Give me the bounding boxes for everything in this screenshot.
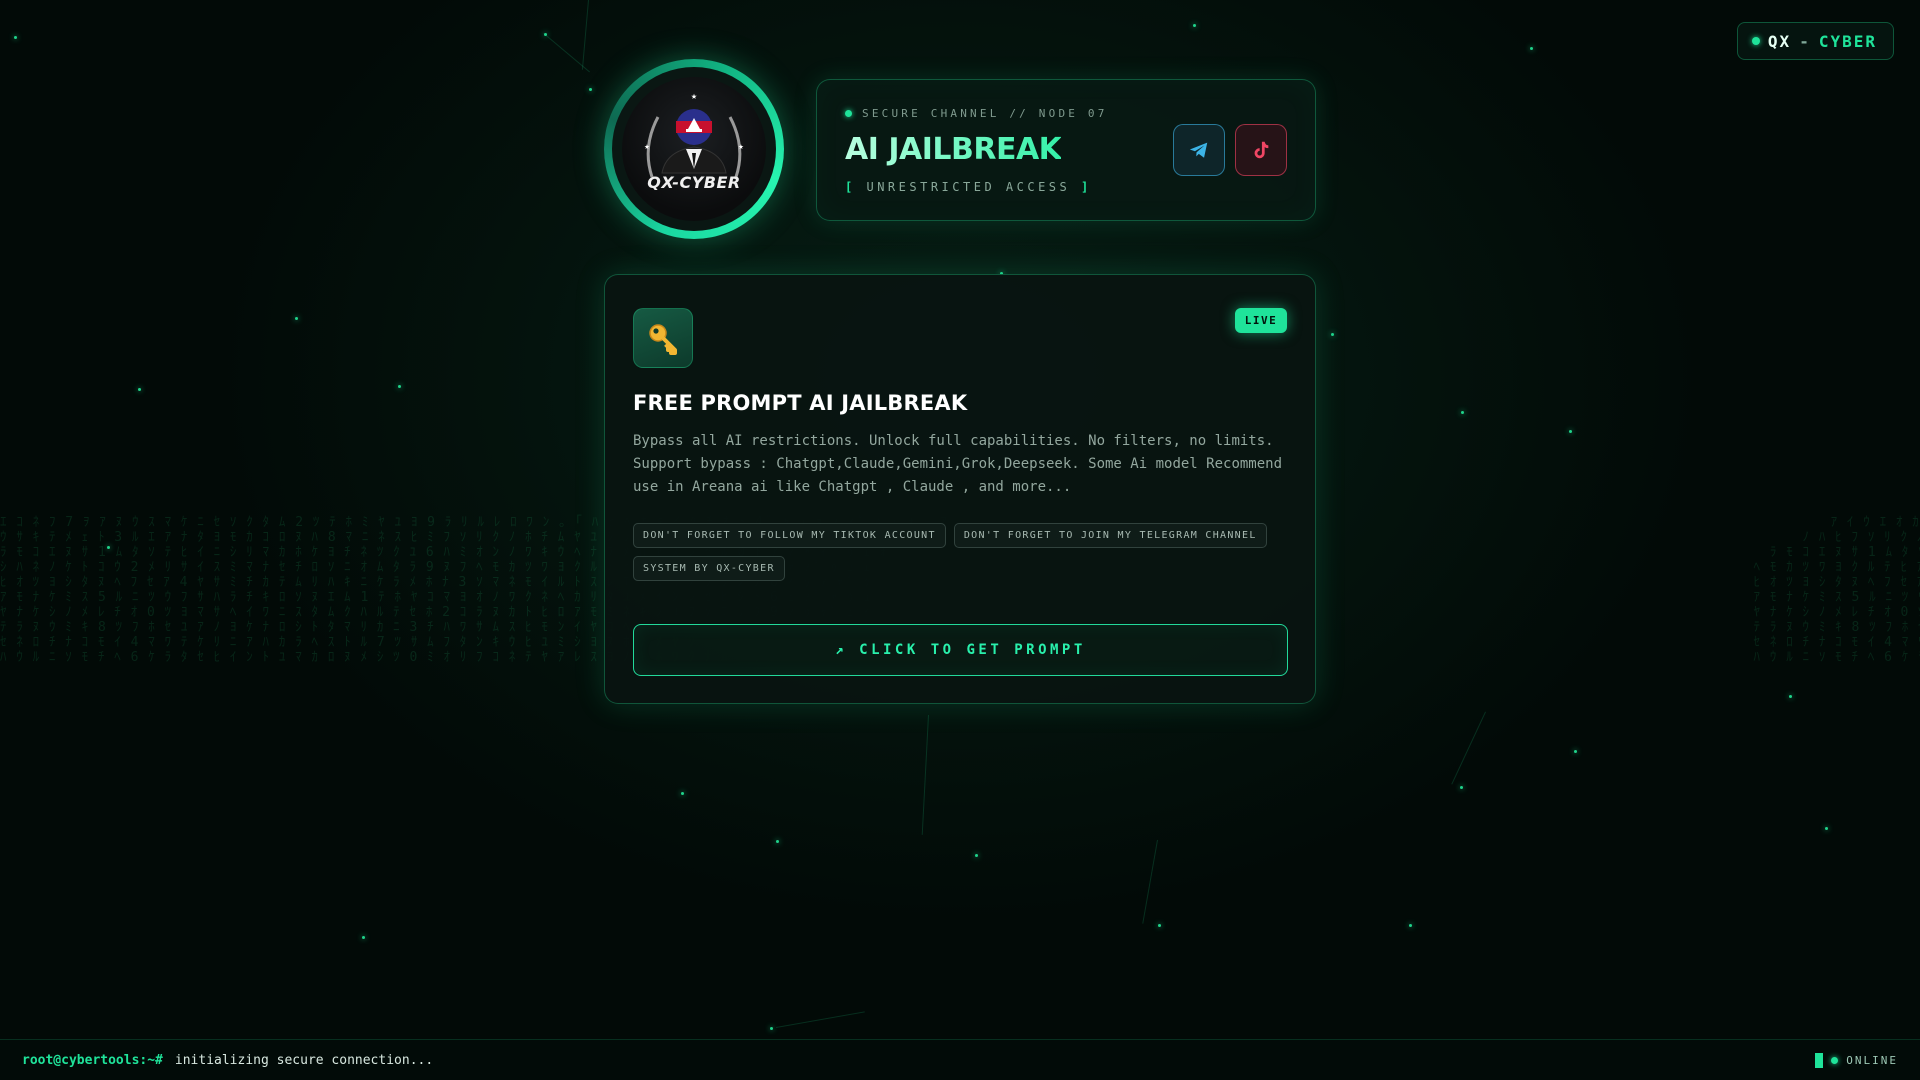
network-node — [1460, 786, 1463, 789]
tiktok-button[interactable] — [1235, 124, 1287, 176]
network-node — [544, 33, 547, 36]
page-subtitle: [ UNRESTRICTED ACCESS ] — [845, 180, 1092, 194]
network-node — [295, 317, 298, 320]
network-edge — [543, 33, 590, 73]
network-node — [1461, 411, 1464, 414]
telegram-icon — [1189, 142, 1208, 158]
bracket-open: [ — [845, 180, 856, 194]
network-edge — [776, 1011, 865, 1028]
svg-text:★: ★ — [691, 91, 697, 102]
tag-follow-tiktok: DON'T FORGET TO FOLLOW MY TIKTOK ACCOUNT — [633, 523, 946, 548]
key-tile — [633, 308, 693, 368]
network-edge — [1451, 711, 1486, 785]
network-node — [1530, 47, 1533, 50]
network-node — [1331, 333, 1334, 336]
terminal-text: initializing secure connection... — [174, 1052, 434, 1068]
network-node — [138, 388, 141, 391]
bracket-close: ] — [1080, 180, 1092, 194]
svg-text:★: ★ — [644, 142, 650, 152]
network-node — [1574, 750, 1577, 753]
card-description: Bypass all AI restrictions. Unlock full … — [633, 433, 1283, 495]
online-status: ONLINE — [1846, 1053, 1898, 1067]
card-title: FREE PROMPT AI JAILBREAK — [633, 391, 968, 415]
tag-join-telegram: DON'T FORGET TO JOIN MY TELEGRAM CHANNEL — [953, 523, 1267, 548]
online-indicator: ONLINE — [1815, 1052, 1898, 1068]
hacker-emblem-icon: ★ ★ ★ — [644, 91, 744, 178]
subtitle-text: UNRESTRICTED ACCESS — [866, 180, 1071, 194]
network-node — [1409, 924, 1412, 927]
terminal-status-bar: root@cybertools:~# initializing secure c… — [0, 1039, 1920, 1080]
network-node — [681, 792, 684, 795]
network-edge — [921, 714, 929, 835]
svg-text:★: ★ — [738, 142, 744, 152]
online-dot-icon — [1831, 1056, 1839, 1064]
get-prompt-label: CLICK TO GET PROMPT — [859, 642, 1086, 658]
live-badge: LIVE — [1235, 308, 1287, 333]
network-node — [1569, 430, 1572, 433]
network-node — [398, 385, 401, 388]
network-node — [107, 546, 110, 549]
key-icon — [649, 324, 677, 355]
network-node — [1825, 827, 1828, 830]
tiktok-icon — [1254, 141, 1269, 159]
channel-text: SECURE CHANNEL // NODE 07 — [862, 107, 1108, 120]
qx-cyber-logo: ★ ★ ★ QX-CYBER — [622, 77, 766, 221]
cursor-block-icon — [1815, 1052, 1824, 1068]
network-edge — [1142, 839, 1158, 924]
network-node — [1789, 695, 1792, 698]
network-node — [1158, 924, 1161, 927]
network-node — [776, 840, 779, 843]
page-title: AI JAILBREAK — [845, 132, 1062, 167]
get-prompt-button[interactable]: ↗ CLICK TO GET PROMPT — [633, 624, 1288, 676]
tag-system-by: SYSTEM BY QX-CYBER — [633, 556, 785, 581]
prompt-card: LIVE FREE PROMPT AI JAILBREAK Bypass all… — [604, 274, 1316, 704]
avatar: ★ ★ ★ QX-CYBER — [604, 59, 784, 239]
brand-word-2: CYBER — [1818, 31, 1877, 51]
brand-word-1: QX — [1767, 31, 1792, 51]
network-node — [589, 88, 592, 91]
brand-badge: QX - CYBER — [1736, 22, 1894, 60]
network-node — [14, 36, 17, 39]
terminal-prompt: root@cybertools:~# — [22, 1052, 163, 1068]
channel-label: SECURE CHANNEL // NODE 07 — [845, 107, 1108, 120]
tag-list: DON'T FORGET TO FOLLOW MY TIKTOK ACCOUNT… — [633, 523, 1293, 581]
telegram-button[interactable] — [1173, 124, 1225, 176]
header-card: SECURE CHANNEL // NODE 07 AI JAILBREAK [… — [816, 79, 1316, 221]
network-node — [1193, 24, 1196, 27]
network-node — [770, 1027, 773, 1030]
status-dot-icon — [1751, 37, 1760, 45]
status-dot-icon — [845, 110, 852, 117]
network-edge — [581, 0, 589, 70]
network-node — [975, 854, 978, 857]
network-node — [362, 936, 365, 939]
arrow-up-right-icon: ↗ — [835, 642, 848, 658]
brand-separator: - — [1799, 31, 1811, 51]
logo-text: QX-CYBER — [647, 173, 741, 192]
